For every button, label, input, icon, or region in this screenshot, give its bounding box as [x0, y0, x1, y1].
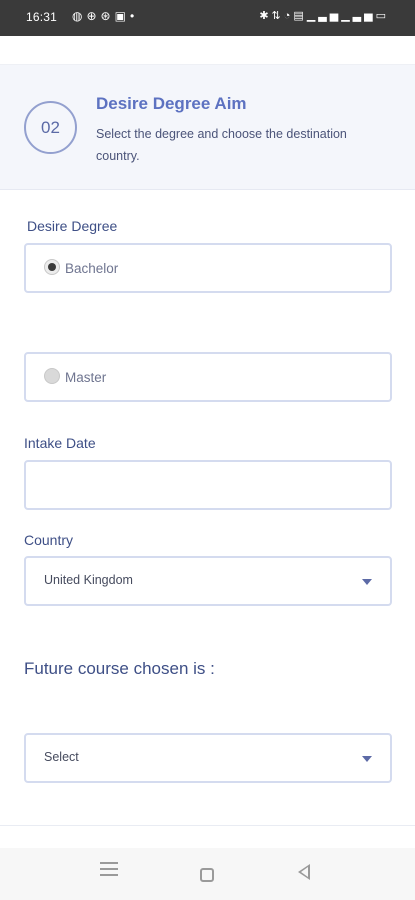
degree-option-label: Bachelor: [65, 261, 119, 276]
step-number-badge: 02: [24, 101, 77, 154]
bluetooth-icon: ✱: [259, 10, 272, 22]
chevron-down-icon: [362, 579, 372, 585]
country-selected-value: United Kingdom: [44, 573, 133, 587]
country-select[interactable]: United Kingdom: [24, 556, 392, 606]
system-navigation-bar: [0, 848, 415, 900]
step-header: 02 Desire Degree Aim Select the degree a…: [0, 64, 415, 190]
radio-button-unchecked[interactable]: [44, 368, 60, 384]
battery-icon: ▭: [375, 10, 389, 22]
signal-icon: ▁▃▅: [306, 10, 342, 22]
intake-date-field[interactable]: [24, 460, 392, 510]
top-spacer: [0, 36, 415, 64]
data-icon: ⇅: [271, 10, 284, 22]
gallery-icon: ▣: [114, 9, 130, 23]
chevron-down-icon: [362, 756, 372, 762]
wifi-icon: ◔: [283, 10, 294, 22]
country-label: Country: [24, 532, 74, 548]
volte-icon: ▤: [293, 10, 307, 22]
home-icon[interactable]: [200, 868, 214, 882]
step-title: Desire Degree Aim: [96, 94, 247, 113]
app-icon: ⊕: [86, 9, 101, 23]
status-time: 16:31: [26, 10, 58, 24]
intake-date-label: Intake Date: [24, 435, 96, 451]
signal-icon: ▁▃▅: [341, 10, 376, 22]
system-icons: ✱⇅◔▤▁▃▅▁▃▅▭: [259, 9, 389, 22]
future-course-select[interactable]: Select: [24, 733, 392, 783]
future-course-selected-value: Select: [44, 750, 79, 764]
back-icon[interactable]: [298, 864, 310, 880]
step-subtitle: Select the degree and choose the destina…: [96, 127, 347, 163]
globe-icon: ⊛: [100, 9, 115, 23]
degree-option-label: Master: [65, 370, 107, 385]
degree-option-master[interactable]: Master: [24, 352, 392, 402]
messenger-icon: ◍: [72, 9, 87, 23]
radio-button-checked[interactable]: [44, 259, 60, 275]
future-course-heading: Future course chosen is :: [24, 659, 215, 678]
notification-icons: ◍⊕⊛▣•: [72, 9, 138, 23]
recent-apps-icon[interactable]: [100, 862, 118, 880]
degree-option-bachelor[interactable]: Bachelor: [24, 243, 392, 293]
divider: [0, 825, 415, 826]
desire-degree-label: Desire Degree: [27, 218, 118, 234]
dot-icon: •: [129, 9, 139, 23]
status-bar: 16:31 ◍⊕⊛▣• ✱⇅◔▤▁▃▅▁▃▅▭: [0, 0, 415, 36]
